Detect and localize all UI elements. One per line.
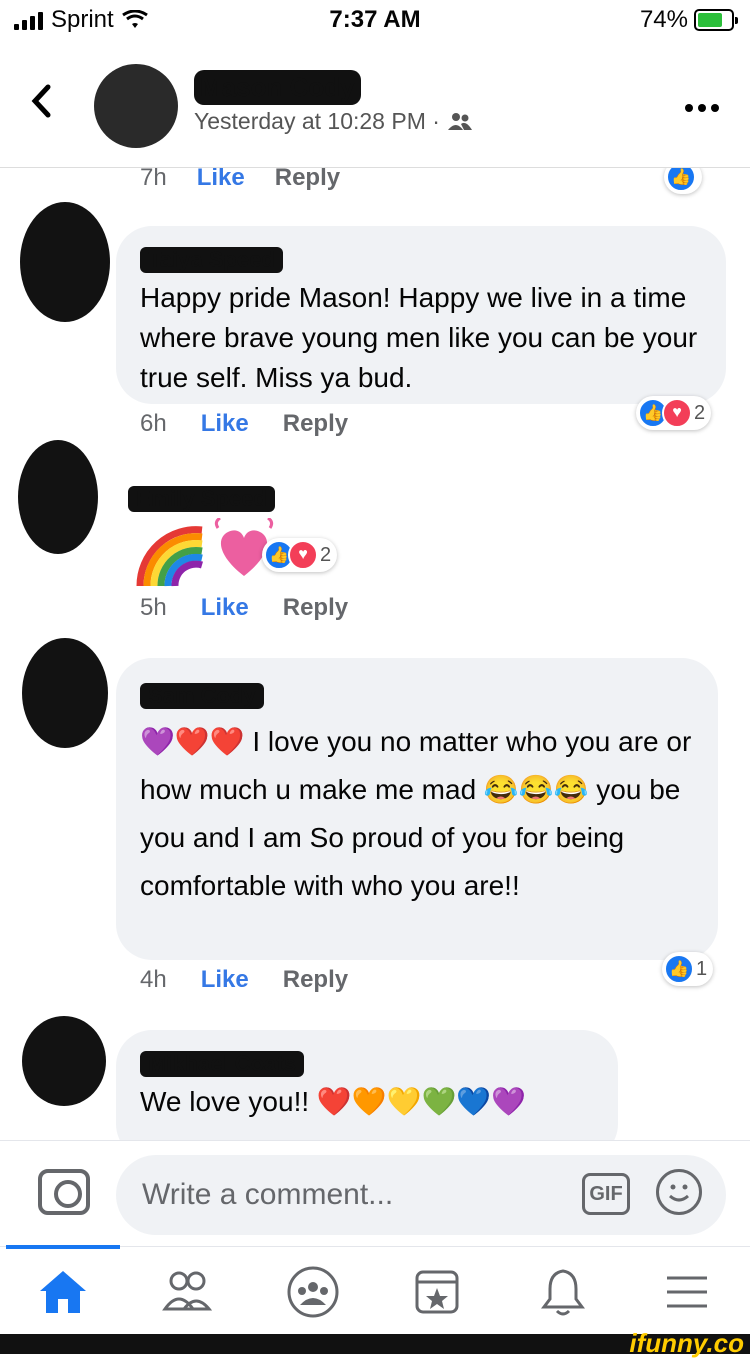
avatar[interactable] <box>22 638 108 748</box>
comment-time: 6h <box>140 410 167 437</box>
reaction-summary[interactable]: 👍 ♥ 2 <box>636 396 712 430</box>
home-icon[interactable] <box>36 1265 90 1319</box>
author-avatar[interactable] <box>94 64 178 148</box>
watermark: ifunny.co <box>629 1328 744 1358</box>
comment-text: Happy pride Mason! Happy we live in a ti… <box>140 282 698 393</box>
reaction-count: 2 <box>320 543 332 566</box>
post-meta: Yesterday at 10:28 PM · <box>194 108 472 135</box>
post-timestamp: Yesterday at 10:28 PM · <box>194 108 440 134</box>
reply-button[interactable]: Reply <box>275 168 340 192</box>
marketplace-icon[interactable] <box>410 1265 464 1319</box>
reaction-summary[interactable]: 👍 ♥ 2 <box>262 538 338 572</box>
comment-bubble: Sam Cody 💜❤️❤️ I love you no matter who … <box>116 658 718 960</box>
comment-actions: 5h Like Reply <box>140 594 348 622</box>
reply-button[interactable]: Reply <box>283 594 348 622</box>
comments-feed: 7h Like Reply 👍 Taiya Speed Happy pride … <box>0 168 750 1140</box>
more-options-button[interactable] <box>684 84 720 121</box>
like-button[interactable]: Like <box>201 966 249 994</box>
clock: 7:37 AM <box>329 6 421 33</box>
comment-bubble: Taiya Speed Happy pride Mason! Happy we … <box>116 226 726 404</box>
comment-time: 4h <box>140 966 167 993</box>
reaction-summary[interactable]: 👍 1 <box>662 952 714 986</box>
active-tab-indicator <box>6 1245 120 1249</box>
partial-comment-actions: 7h Like Reply <box>140 168 340 192</box>
comment-author[interactable]: Taiya Speed <box>140 247 283 273</box>
comment-author[interactable]: Mikhael Coats <box>140 1051 304 1077</box>
comment-author-wrap: Emily Speed <box>128 486 275 516</box>
reply-button[interactable]: Reply <box>283 410 348 438</box>
comment-time: 7h <box>140 168 167 191</box>
camera-icon[interactable] <box>38 1169 90 1215</box>
status-right: 74% <box>639 6 738 34</box>
reaction-count: 2 <box>694 401 706 424</box>
notifications-icon[interactable] <box>536 1265 590 1319</box>
battery-percent: 74% <box>639 6 688 33</box>
comment-author[interactable]: Sam Cody <box>140 683 264 709</box>
emoji-icon[interactable] <box>656 1169 702 1215</box>
rainbow-emoji-icon <box>136 526 203 587</box>
reaction-count: 1 <box>696 957 708 980</box>
comment-time: 5h <box>140 594 167 621</box>
post-header: Mason Cody Yesterday at 10:28 PM · <box>0 44 750 168</box>
like-button[interactable]: Like <box>197 168 245 192</box>
comment-composer: GIF <box>0 1140 750 1246</box>
more-icon <box>685 104 719 112</box>
chevron-left-icon <box>31 84 51 118</box>
like-button[interactable]: Like <box>201 594 249 622</box>
reply-button[interactable]: Reply <box>283 966 348 994</box>
friends-audience-icon <box>447 112 472 130</box>
watermark-bar: ifunny.co <box>0 1328 750 1358</box>
comment-author[interactable]: Emily Speed <box>128 486 275 512</box>
friends-icon[interactable] <box>160 1265 214 1319</box>
like-reaction-icon: 👍 <box>664 954 694 984</box>
love-reaction-icon: ♥ <box>288 540 318 570</box>
comment-actions: 6h Like Reply <box>140 410 348 438</box>
gif-button[interactable]: GIF <box>582 1173 630 1215</box>
avatar[interactable] <box>22 1016 106 1106</box>
comment-actions: 4h Like Reply <box>140 966 348 994</box>
avatar[interactable] <box>20 202 110 322</box>
like-reaction-icon: 👍 <box>666 168 696 192</box>
bottom-tab-bar <box>0 1245 750 1334</box>
author-name[interactable]: Mason Cody <box>194 70 361 105</box>
battery-icon <box>694 9 738 31</box>
comment-input[interactable] <box>116 1155 726 1235</box>
groups-icon[interactable] <box>286 1265 340 1319</box>
comment-text: 💜❤️❤️ I love you no matter who you are o… <box>140 726 692 901</box>
avatar[interactable] <box>18 440 98 554</box>
status-bar: Sprint 7:37 AM 74% <box>0 0 750 44</box>
comment-text: We love you!! ❤️🧡💛💚💙💜 <box>140 1086 527 1117</box>
comment-bubble: Mikhael Coats We love you!! ❤️🧡💛💚💙💜 <box>116 1030 618 1140</box>
menu-icon[interactable] <box>660 1265 714 1319</box>
love-reaction-icon: ♥ <box>662 398 692 428</box>
back-button[interactable] <box>30 84 52 125</box>
like-button[interactable]: Like <box>201 410 249 438</box>
reaction-summary[interactable]: 👍 <box>664 168 702 194</box>
